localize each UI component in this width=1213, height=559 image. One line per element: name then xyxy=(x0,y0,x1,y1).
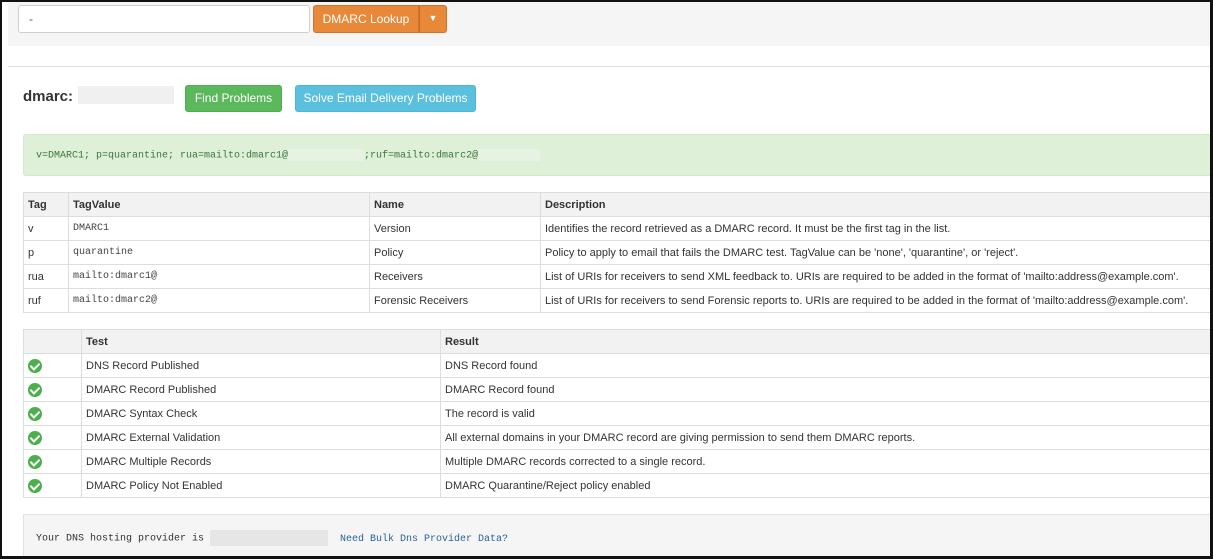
status-cell xyxy=(23,353,82,378)
tag-cell: v xyxy=(23,216,69,241)
col-test: Test xyxy=(81,329,441,354)
result-cell: Multiple DMARC records corrected to a si… xyxy=(440,449,1210,474)
description-cell: List of URIs for receivers to send Foren… xyxy=(540,288,1210,313)
description-cell: Identifies the record retrieved as a DMA… xyxy=(540,216,1210,241)
search-bar: DMARC Lookup ▼ xyxy=(8,2,1210,46)
dmarc-tag-table: Tag TagValue Name Description v DMARC1 V… xyxy=(23,192,1210,313)
col-tagvalue: TagValue xyxy=(68,192,370,217)
domain-search-input[interactable] xyxy=(18,5,310,33)
table-row: rua mailto:dmarc1@ Receivers List of URI… xyxy=(23,264,1210,289)
table-row: DNS Record Published DNS Record found xyxy=(23,353,1210,378)
tagvalue-cell: DMARC1 xyxy=(68,216,370,241)
check-circle-icon xyxy=(28,430,42,445)
result-cell: DNS Record found xyxy=(440,353,1210,378)
test-table-header: Test Result xyxy=(23,329,1210,354)
dns-provider-box: Your DNS hosting provider is Need Bulk Dn… xyxy=(23,514,1210,556)
test-cell: DMARC Multiple Records xyxy=(81,449,441,474)
find-problems-button[interactable]: Find Problems xyxy=(185,85,282,112)
status-cell xyxy=(23,401,82,426)
redacted-provider xyxy=(210,530,329,546)
record-text-part1: v=DMARC1; p=quarantine; rua=mailto:dmarc… xyxy=(36,150,289,162)
test-cell: DMARC Syntax Check xyxy=(81,401,441,426)
name-cell: Receivers xyxy=(369,264,541,289)
status-cell xyxy=(23,425,82,450)
test-cell: DMARC External Validation xyxy=(81,425,441,450)
check-circle-icon xyxy=(28,358,42,373)
col-result: Result xyxy=(440,329,1210,354)
table-row: DMARC Multiple Records Multiple DMARC re… xyxy=(23,449,1210,474)
test-cell: DNS Record Published xyxy=(81,353,441,378)
name-cell: Policy xyxy=(369,240,541,265)
table-row: DMARC Syntax Check The record is valid xyxy=(23,401,1210,426)
result-cell: All external domains in your DMARC recor… xyxy=(440,425,1210,450)
check-circle-icon xyxy=(28,454,42,469)
bulk-dns-provider-link[interactable]: Need Bulk Dns Provider Data? xyxy=(340,534,508,545)
dmarc-test-table: Test Result DNS Record Published DNS Rec… xyxy=(23,329,1210,498)
result-cell: The record is valid xyxy=(440,401,1210,426)
table-row: p quarantine Policy Policy to apply to e… xyxy=(23,240,1210,265)
dmarc-lookup-button[interactable]: DMARC Lookup xyxy=(313,5,419,33)
result-cell: DMARC Quarantine/Reject policy enabled xyxy=(440,473,1210,498)
table-row: ruf mailto:dmarc2@ Forensic Receivers Li… xyxy=(23,288,1210,313)
tagvalue-cell: mailto:dmarc2@ xyxy=(68,288,370,313)
table-row: v DMARC1 Version Identifies the record r… xyxy=(23,216,1210,241)
provider-text: Your DNS hosting provider is xyxy=(36,533,205,545)
redacted-domain xyxy=(78,86,174,104)
tag-cell: rua xyxy=(23,264,69,289)
name-cell: Forensic Receivers xyxy=(369,288,541,313)
table-row: DMARC Policy Not Enabled DMARC Quarantin… xyxy=(23,473,1210,498)
status-cell xyxy=(23,473,82,498)
lookup-dropdown-caret-icon[interactable]: ▼ xyxy=(419,5,447,33)
redacted-ruf-domain xyxy=(478,149,541,161)
col-description: Description xyxy=(540,192,1210,217)
col-status xyxy=(23,329,82,354)
test-cell: DMARC Record Published xyxy=(81,377,441,402)
status-cell xyxy=(23,377,82,402)
check-circle-icon xyxy=(28,382,42,397)
table-row: DMARC External Validation All external d… xyxy=(23,425,1210,450)
col-tag: Tag xyxy=(23,192,69,217)
status-cell xyxy=(23,449,82,474)
tagvalue-cell: mailto:dmarc1@ xyxy=(68,264,370,289)
redacted-rua-domain xyxy=(288,149,365,161)
check-circle-icon xyxy=(28,478,42,493)
tag-cell: ruf xyxy=(23,288,69,313)
record-text-part2: ;ruf=mailto:dmarc2@ xyxy=(364,150,479,162)
tag-table-header: Tag TagValue Name Description xyxy=(23,192,1210,217)
table-row: DMARC Record Published DMARC Record foun… xyxy=(23,377,1210,402)
col-name: Name xyxy=(369,192,541,217)
name-cell: Version xyxy=(369,216,541,241)
description-cell: Policy to apply to email that fails the … xyxy=(540,240,1210,265)
tag-cell: p xyxy=(23,240,69,265)
page-frame: DMARC Lookup ▼ dmarc: Find Problems Solv… xyxy=(0,0,1213,559)
solve-email-delivery-button[interactable]: Solve Email Delivery Problems xyxy=(295,85,476,112)
dmarc-record-text: v=DMARC1; p=quarantine; rua=mailto:dmarc… xyxy=(23,134,1210,176)
test-cell: DMARC Policy Not Enabled xyxy=(81,473,441,498)
description-cell: List of URIs for receivers to send XML f… xyxy=(540,264,1210,289)
result-cell: DMARC Record found xyxy=(440,377,1210,402)
check-circle-icon xyxy=(28,406,42,421)
section-divider xyxy=(8,66,1210,67)
tagvalue-cell: quarantine xyxy=(68,240,370,265)
dmarc-domain-title: dmarc: xyxy=(23,88,74,105)
